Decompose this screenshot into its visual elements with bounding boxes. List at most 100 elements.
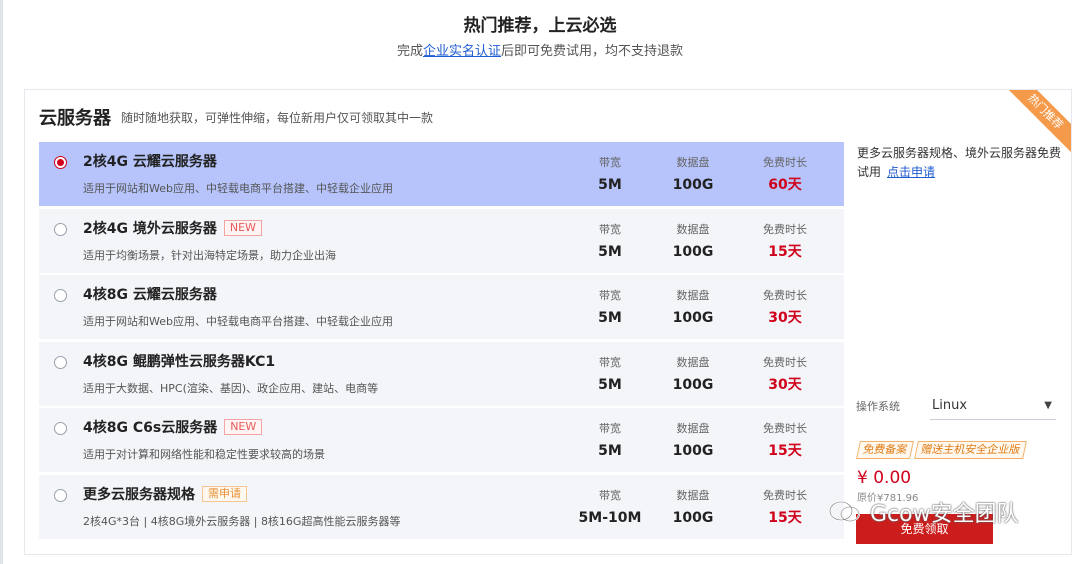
disk-spec: 数据盘 100G [648,156,738,194]
duration-value: 30天 [768,310,802,327]
bandwidth-value: 5M [598,443,622,460]
disk-value: 100G [672,509,714,526]
apply-link[interactable]: 点击申请 [887,165,935,179]
new-tag: NEW [224,419,263,436]
disk-label: 数据盘 [676,355,710,369]
option-description: 2核4G*3台 | 4核8G境外云服务器 | 8核16G超高性能云服务器等 [83,514,401,528]
subtitle-text-before: 完成 [396,44,423,59]
disk-value: 100G [672,310,714,327]
option-name-text: 2核4G 云耀云服务器 [83,154,217,170]
radio-button[interactable] [54,222,67,236]
duration-value: 30天 [768,376,802,393]
new-tag: NEW [223,219,262,236]
benefit-badges: 免费备案 赠送主机安全企业版 [856,441,1029,459]
duration-label: 免费时长 [763,422,807,436]
duration-spec: 免费时长 15天 [740,223,830,261]
radio-button[interactable] [54,156,67,169]
radio-button[interactable] [54,488,67,502]
duration-value: 15天 [768,443,802,460]
os-selector-row: 操作系统 Linux ▼ [856,391,1056,421]
watermark-text: Gcow安全团队 [870,502,1019,527]
server-option-4c8g-flexus[interactable]: 4核8G 云耀云服务器 适用于网站和Web应用、中轻载电商平台搭建、中轻载企业应… [39,275,844,340]
server-option-list: 2核4G 云耀云服务器 适用于网站和Web应用、中轻载电商平台搭建、中轻载企业应… [39,142,844,542]
bandwidth-label: 带宽 [599,289,621,303]
duration-value: 15天 [768,243,802,260]
server-option-more-specs[interactable]: 更多云服务器规格 需申请 2核4G*3台 | 4核8G境外云服务器 | 8核16G… [39,474,844,539]
option-description: 适用于大数据、HPC(渲染、基因)、政企应用、建站、电商等 [83,381,379,395]
duration-spec: 免费时长 60天 [740,156,830,194]
duration-value: 15天 [768,509,802,526]
duration-label: 免费时长 [763,222,807,236]
bandwidth-spec: 带宽 5M [565,223,655,261]
bandwidth-value: 5M [598,310,622,327]
duration-spec: 免费时长 30天 [740,289,830,327]
left-edge-bar [0,0,3,564]
disk-label: 数据盘 [676,222,710,236]
bandwidth-value: 5M-10M [578,509,642,526]
server-option-2c4g-flexus[interactable]: 2核4G 云耀云服务器 适用于网站和Web应用、中轻载电商平台搭建、中轻载企业应… [39,142,844,206]
option-name: 2核4G 云耀云服务器 [83,151,217,171]
disk-spec: 数据盘 100G [648,489,738,527]
page-header: 热门推荐，上云必选 完成企业实名认证后即可免费试用，均不支持退款 [0,14,1080,61]
radio-button[interactable] [54,422,67,436]
benefit-badge: 赠送主机安全企业版 [914,441,1027,459]
bandwidth-value: 5M [598,243,622,260]
duration-spec: 免费时长 15天 [740,422,830,460]
disk-label: 数据盘 [676,488,710,502]
option-description: 适用于网站和Web应用、中轻载电商平台搭建、中轻载企业应用 [83,315,393,329]
disk-value: 100G [672,243,714,260]
benefit-badge: 免费备案 [856,441,914,459]
section-description: 随时随地获取，可弹性伸缩，每位新用户仅可领取其中一款 [121,110,434,125]
option-name-text: 更多云服务器规格 [83,486,195,503]
enterprise-verification-link[interactable]: 企业实名认证 [423,44,501,59]
page-title: 热门推荐，上云必选 [463,16,617,36]
server-option-2c4g-overseas[interactable]: 2核4G 境外云服务器 NEW 适用于均衡场景，针对出海特定场景，助力企业出海 带… [39,208,844,273]
bandwidth-label: 带宽 [599,422,621,436]
current-price: ¥ 0.00 [857,468,912,488]
os-select[interactable]: Linux ▼ [930,392,1056,420]
caret-down-icon: ▼ [1044,400,1052,411]
option-description: 适用于对计算和网络性能和稳定性要求较高的场景 [83,448,325,462]
duration-label: 免费时长 [763,156,807,169]
bandwidth-spec: 带宽 5M [565,289,655,327]
radio-button[interactable] [54,355,67,369]
duration-spec: 免费时长 15天 [740,489,830,527]
card-header: 云服务器 随时随地获取，可弹性伸缩，每位新用户仅可领取其中一款 [39,104,433,130]
option-name-text: 4核8G 云耀云服务器 [83,287,217,304]
page-subtitle: 完成企业实名认证后即可免费试用，均不支持退款 [0,43,1080,61]
option-name-text: 4核8G 鲲鹏弹性云服务器KC1 [83,353,276,370]
option-description: 适用于均衡场景，针对出海特定场景，助力企业出海 [83,248,336,262]
option-name: 4核8G C6s云服务器 NEW [83,417,263,437]
side-panel: 更多云服务器规格、境外云服务器免费试用 点击申请 [857,144,1062,182]
disk-spec: 数据盘 100G [648,223,738,261]
duration-label: 免费时长 [763,355,807,369]
watermark: Gcow安全团队 [828,496,1019,528]
option-name: 4核8G 鲲鹏弹性云服务器KC1 [83,351,275,371]
duration-spec: 免费时长 30天 [740,356,830,394]
radio-button[interactable] [54,289,67,303]
server-option-4c8g-kunpeng-kc1[interactable]: 4核8G 鲲鹏弹性云服务器KC1 适用于大数据、HPC(渲染、基因)、政企应用、… [39,341,844,406]
bandwidth-label: 带宽 [599,222,621,236]
duration-label: 免费时长 [763,289,807,303]
wechat-icon [829,501,860,522]
section-title: 云服务器 [39,108,111,129]
option-name: 2核4G 境外云服务器 NEW [83,218,262,238]
bandwidth-value: 5M [598,177,622,193]
option-name-text: 2核4G 境外云服务器 [83,220,217,237]
bandwidth-spec: 带宽 5M-10M [565,489,655,527]
disk-value: 100G [672,443,714,460]
option-description: 适用于网站和Web应用、中轻载电商平台搭建、中轻载企业应用 [83,182,393,195]
option-name-text: 4核8G C6s云服务器 [83,420,218,437]
disk-label: 数据盘 [676,156,710,169]
bandwidth-spec: 带宽 5M [565,356,655,394]
disk-spec: 数据盘 100G [648,422,738,460]
option-name: 4核8G 云耀云服务器 [83,284,217,304]
server-option-4c8g-c6s[interactable]: 4核8G C6s云服务器 NEW 适用于对计算和网络性能和稳定性要求较高的场景 带… [39,408,844,473]
bandwidth-spec: 带宽 5M [565,156,655,194]
disk-label: 数据盘 [676,289,710,303]
os-label: 操作系统 [856,400,900,413]
disk-spec: 数据盘 100G [648,356,738,394]
cloud-server-card: 热门推荐 云服务器 随时随地获取，可弹性伸缩，每位新用户仅可领取其中一款 2核4… [24,89,1072,555]
disk-value: 100G [672,177,714,193]
bandwidth-value: 5M [598,376,622,393]
